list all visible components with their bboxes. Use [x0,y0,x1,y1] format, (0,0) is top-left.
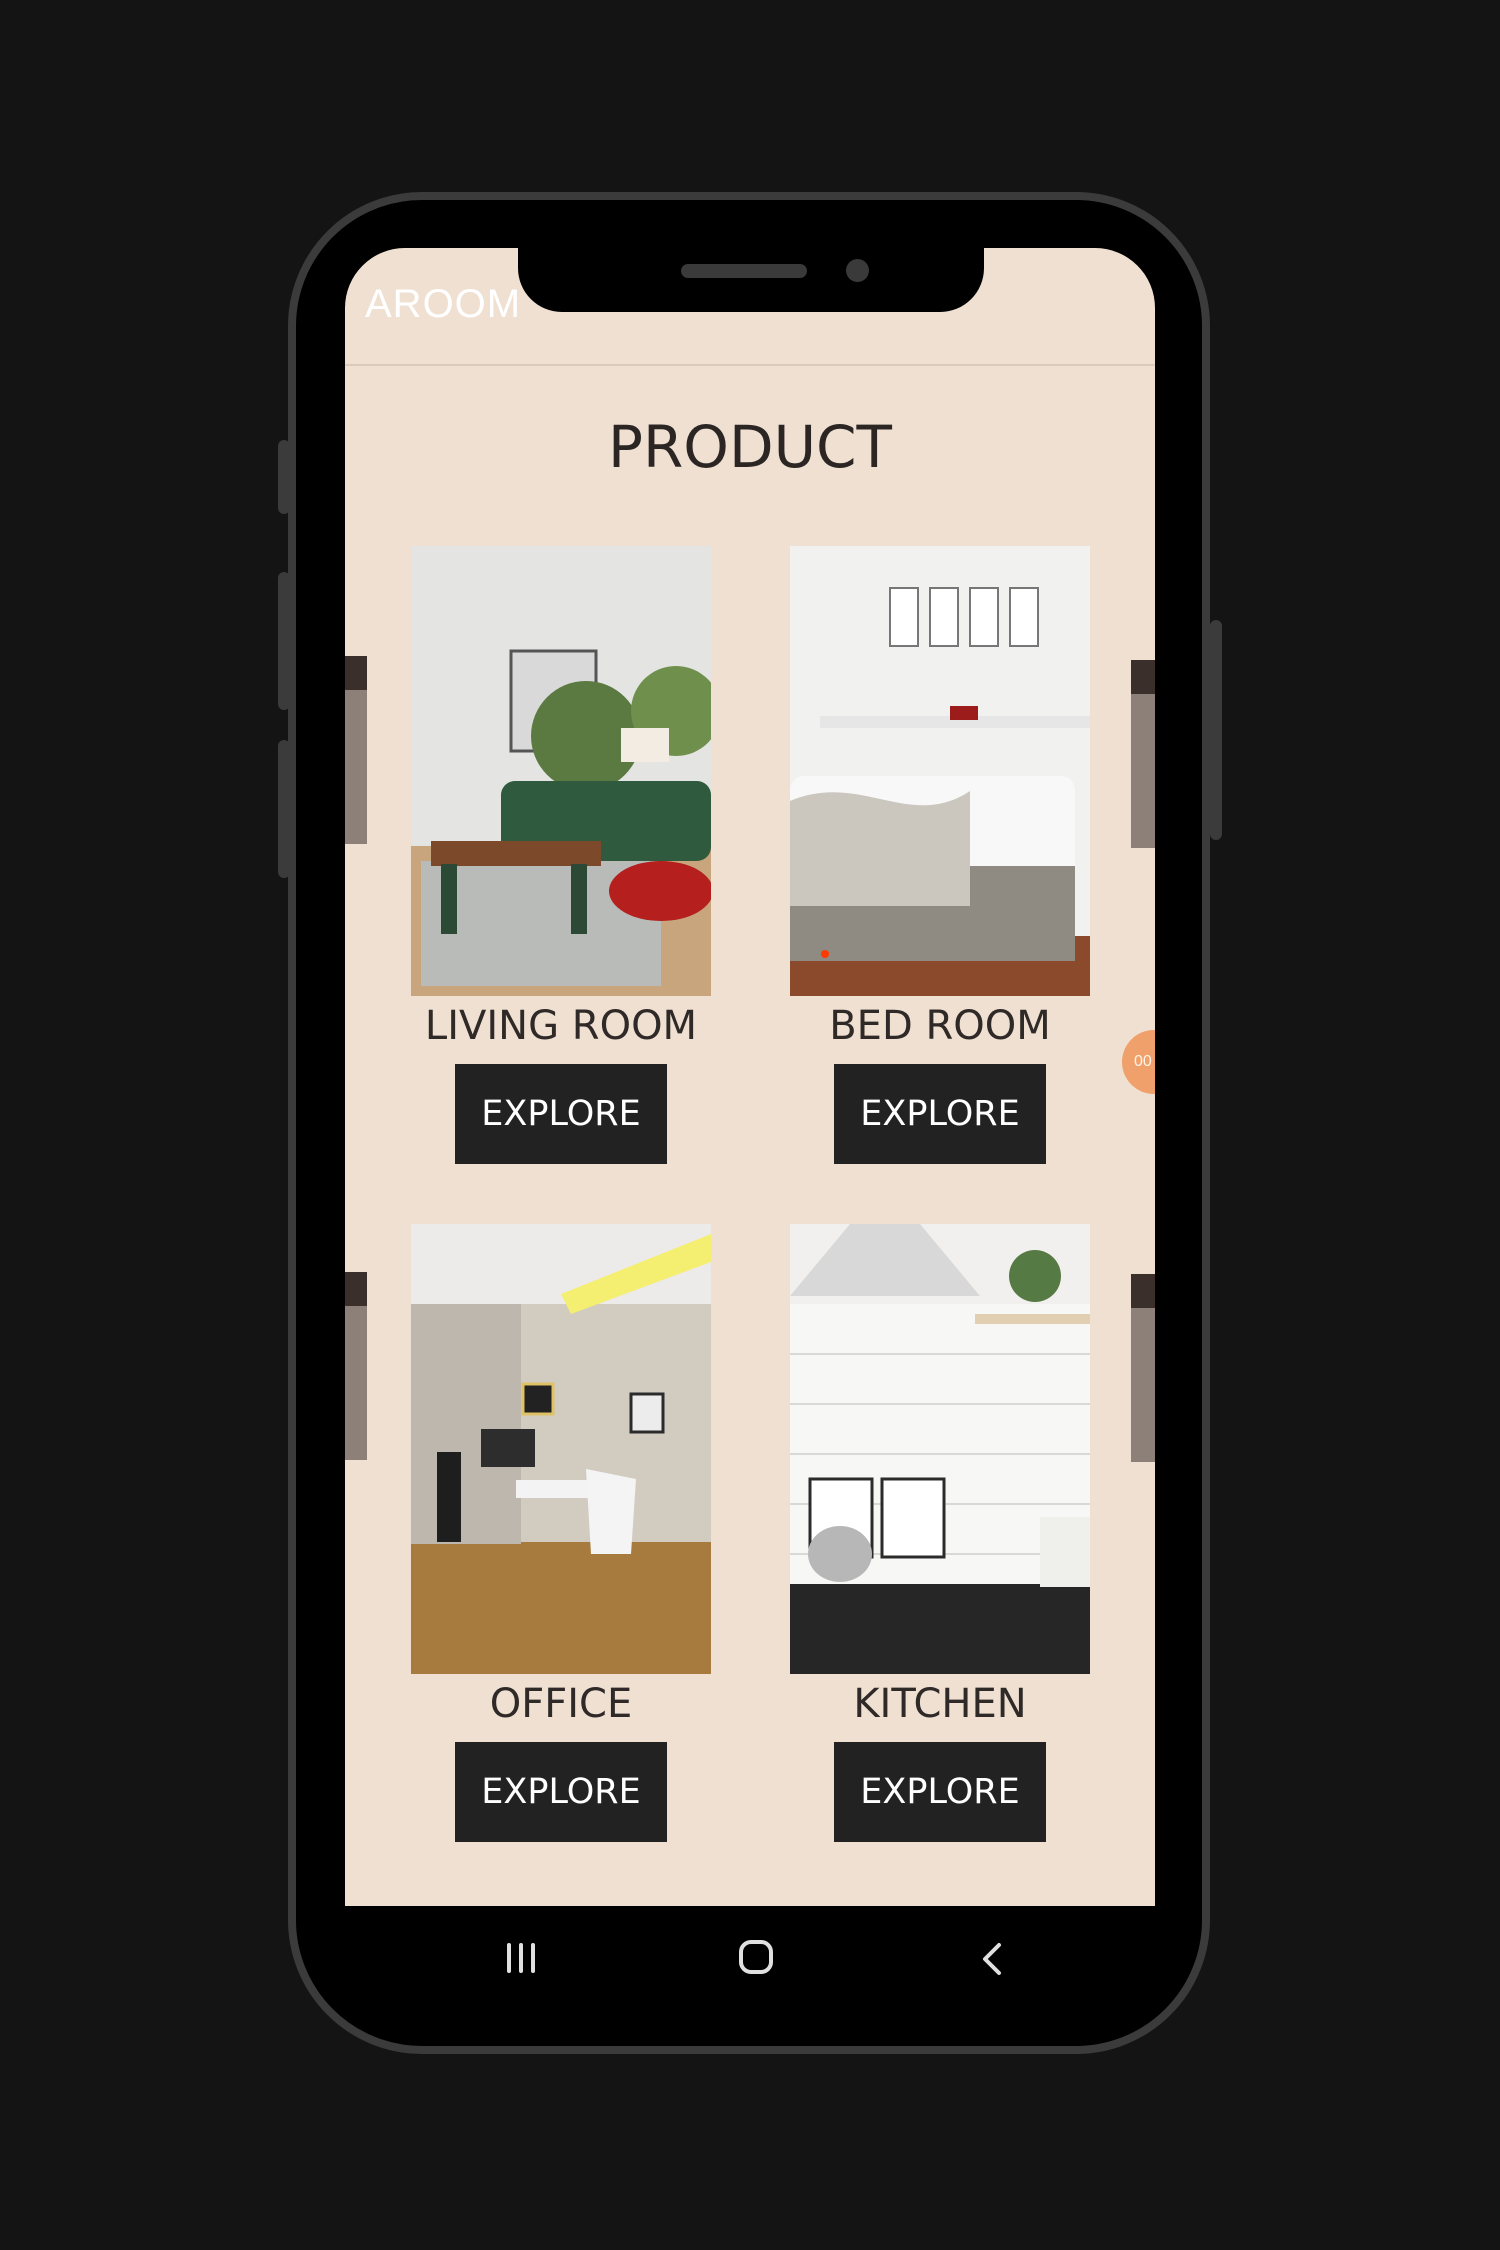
bed-room-image[interactable] [790,546,1090,996]
floating-action-badge[interactable]: 00 [1122,1030,1155,1094]
recent-apps-icon[interactable] [455,1906,575,2010]
system-navigation-bar [345,1906,1155,2010]
product-label: LIVING ROOM [424,1003,698,1049]
explore-button[interactable]: EXPLORE [455,1742,667,1842]
carousel-prev-peek[interactable] [345,1272,367,1460]
product-label: BED ROOM [829,1003,1051,1049]
page-title: PRODUCT [608,413,892,481]
volume-up-button [278,572,290,710]
product-label: KITCHEN [853,1681,1027,1727]
carousel-next-peek[interactable] [1131,1274,1155,1462]
kitchen-image[interactable] [790,1224,1090,1674]
app-screen: AROOM PRODUCT LIVING ROOM EXPLORE BED RO… [345,248,1155,1906]
power-button [1210,620,1222,840]
carousel-prev-peek[interactable] [345,656,367,844]
mute-switch [278,440,290,514]
speaker-icon [681,264,807,278]
brand-logo[interactable]: AROOM [365,282,521,327]
explore-button[interactable]: EXPLORE [455,1064,667,1164]
camera-icon [846,259,869,282]
back-icon[interactable] [925,1906,1045,2010]
header-divider [345,364,1155,366]
living-room-image[interactable] [411,546,711,996]
volume-down-button [278,740,290,878]
home-icon[interactable] [690,1906,810,2010]
notch [518,246,984,312]
explore-button[interactable]: EXPLORE [834,1742,1046,1842]
explore-button[interactable]: EXPLORE [834,1064,1046,1164]
product-label: OFFICE [489,1681,633,1727]
carousel-next-peek[interactable] [1131,660,1155,848]
office-image[interactable] [411,1224,711,1674]
